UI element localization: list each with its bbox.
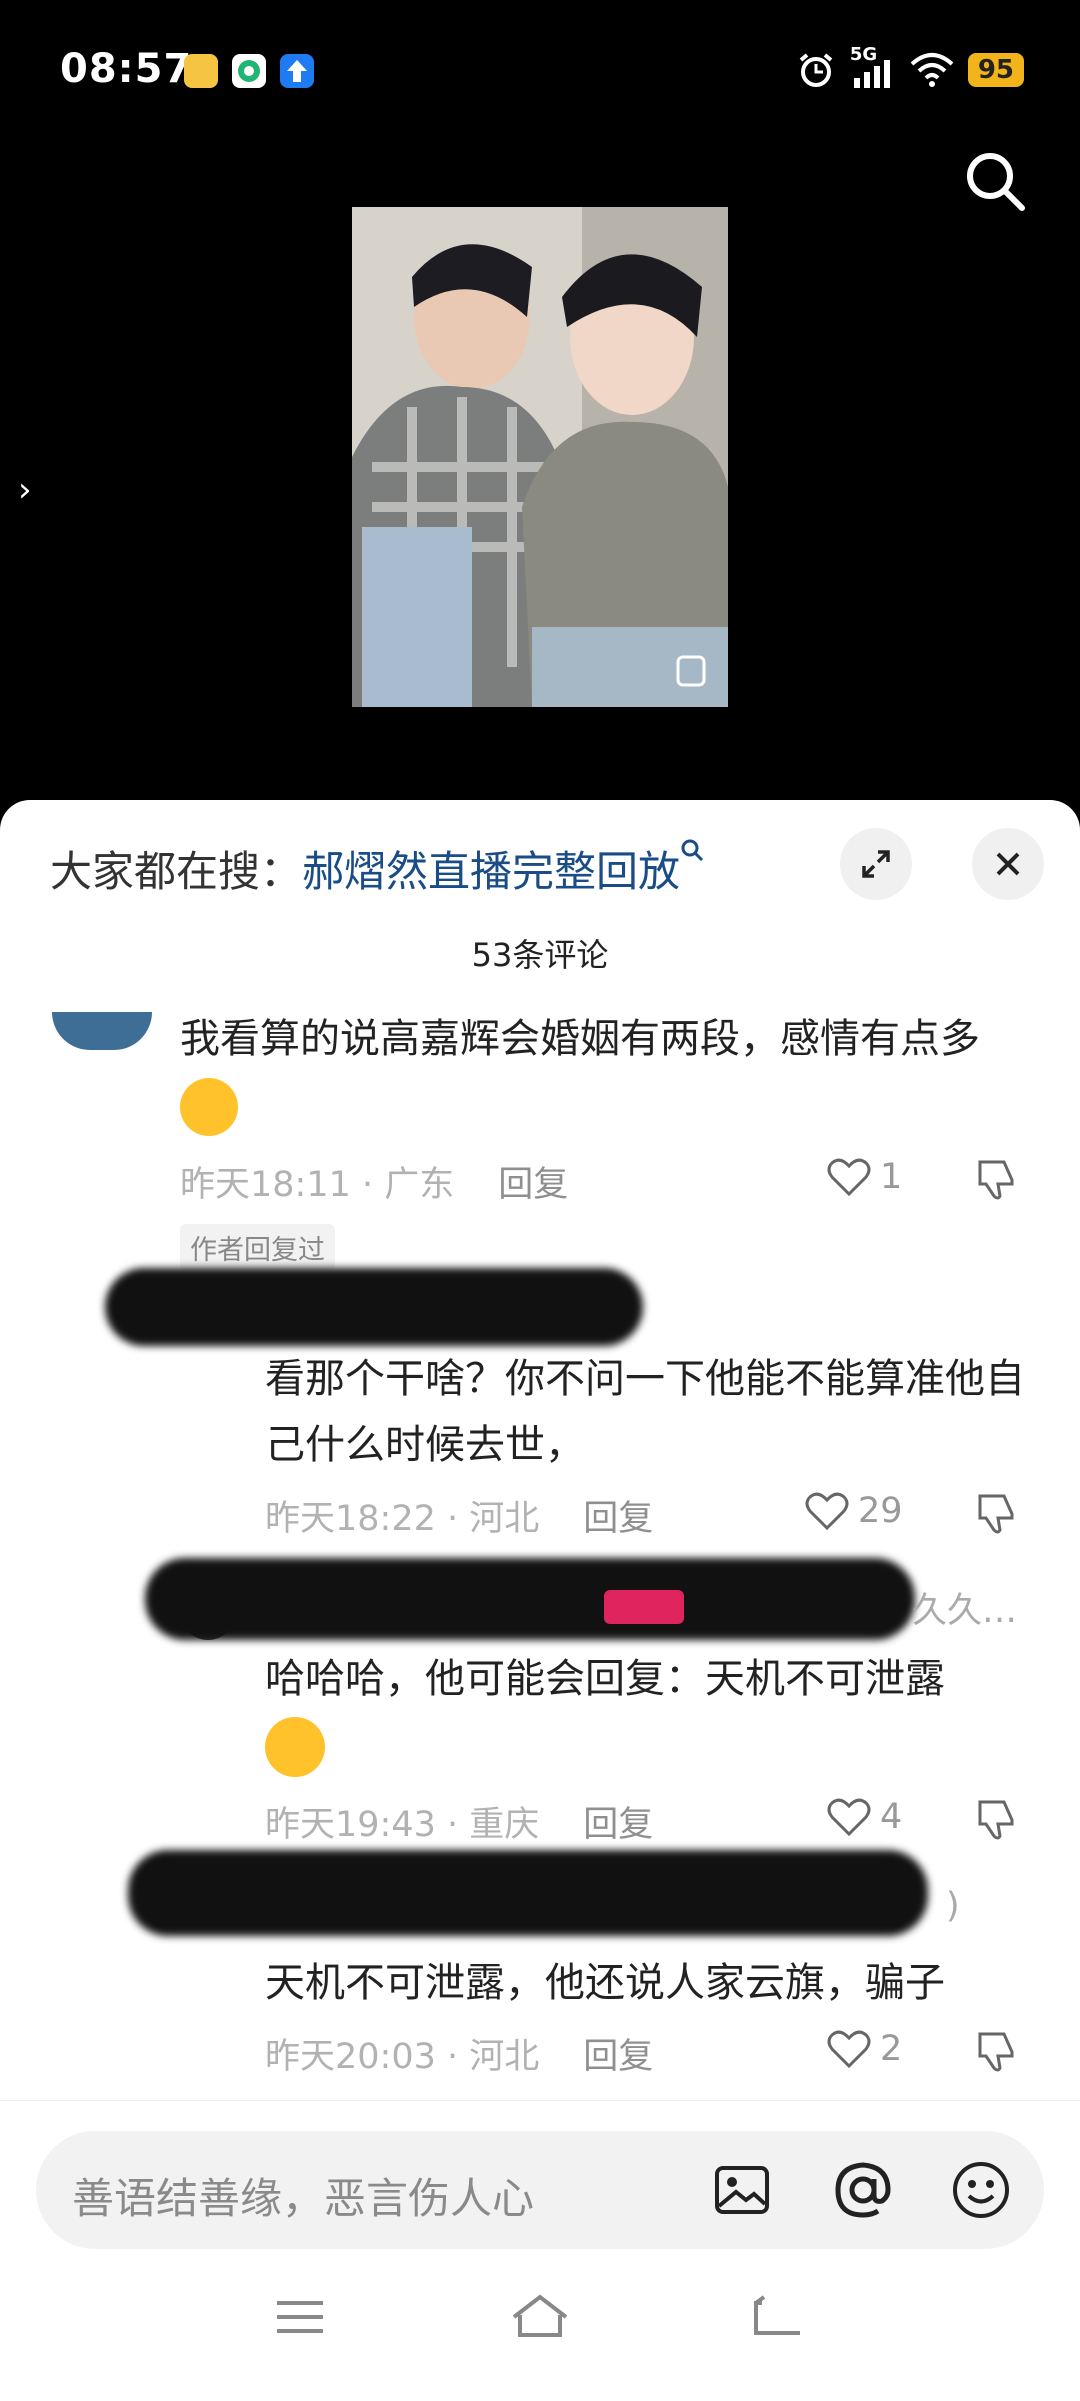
author-replied-tag: 作者回复过 bbox=[180, 1224, 335, 1271]
menu-nav-icon[interactable] bbox=[275, 2297, 325, 2337]
hot-search-bar[interactable]: 大家都在搜：郝熠然直播完整回放 bbox=[50, 838, 706, 899]
redacted-username bbox=[128, 1850, 928, 1936]
green-circle-app-icon bbox=[232, 54, 266, 88]
reply-2-meta: 昨天19:43 · 重庆 回复 bbox=[265, 1805, 654, 1845]
upload-arrow-icon bbox=[280, 54, 314, 88]
like-button[interactable]: 4 bbox=[826, 1796, 902, 1838]
heart-icon bbox=[827, 1798, 871, 1837]
meituan-icon bbox=[184, 54, 218, 88]
back-nav-icon[interactable] bbox=[752, 2293, 804, 2339]
laughing-crying-emoji-icon bbox=[265, 1717, 325, 1777]
5g-signal-icon: 5G bbox=[850, 44, 896, 90]
status-time: 08:57 bbox=[60, 46, 193, 92]
dislike-button[interactable] bbox=[974, 1796, 1020, 1846]
thumbs-down-icon bbox=[978, 1800, 1014, 1840]
heart-icon bbox=[827, 2030, 871, 2069]
partial-username-2: ) bbox=[946, 1886, 960, 1926]
thumbs-down-icon bbox=[978, 1160, 1014, 1200]
like-button[interactable]: 29 bbox=[804, 1490, 903, 1532]
hot-search-keyword[interactable]: 郝熠然直播完整回放 bbox=[302, 847, 680, 896]
dislike-button[interactable] bbox=[974, 2028, 1020, 2078]
reply-1-text: 看那个干啥？你不问一下他能不能算准他自己什么时候去世， bbox=[265, 1356, 1025, 1468]
reply-button[interactable]: 回复 bbox=[583, 2037, 653, 2077]
comment-count: 53条评论 bbox=[471, 936, 609, 974]
like-button[interactable]: 1 bbox=[826, 1156, 902, 1198]
comment-1-text: 我看算的说高嘉辉会婚姻有两段，感情有点多 bbox=[180, 1006, 1020, 1138]
like-button[interactable]: 2 bbox=[826, 2028, 902, 2070]
expand-button[interactable] bbox=[840, 828, 912, 900]
expand-icon bbox=[862, 850, 890, 878]
status-bar: 08:57 5G 95 bbox=[0, 0, 1080, 140]
post-photo[interactable] bbox=[352, 207, 728, 707]
battery-indicator: 95 bbox=[967, 53, 1024, 87]
reply-3-text: 天机不可泄露，他还说人家云旗，骗子 bbox=[265, 1960, 945, 2006]
like-count: 2 bbox=[880, 2029, 903, 2069]
thumbs-down-icon bbox=[978, 1494, 1014, 1534]
side-expand-chevron-icon[interactable]: › bbox=[18, 470, 32, 510]
laughing-crying-emoji-icon bbox=[180, 1078, 238, 1136]
home-nav-icon[interactable] bbox=[510, 2291, 570, 2341]
heart-icon bbox=[827, 1158, 871, 1197]
search-icon[interactable] bbox=[960, 146, 1030, 216]
reply-button[interactable]: 回复 bbox=[498, 1165, 568, 1205]
heart-icon bbox=[805, 1492, 849, 1531]
avatar[interactable] bbox=[52, 1012, 152, 1050]
author-badge bbox=[604, 1590, 684, 1624]
comment-input-bar: 善语结善缘，恶言伤人心 bbox=[0, 2100, 1080, 2401]
reply-button[interactable]: 回复 bbox=[583, 1499, 653, 1539]
comment-1-meta: 昨天18:11 · 广东 回复 bbox=[180, 1165, 569, 1205]
emoji-icon[interactable] bbox=[950, 2159, 1012, 2221]
search-small-icon bbox=[681, 839, 704, 862]
redacted-username bbox=[145, 1558, 915, 1640]
thumbs-down-icon bbox=[978, 2032, 1014, 2072]
comment-input[interactable]: 善语结善缘，恶言伤人心 bbox=[36, 2131, 1044, 2249]
close-button[interactable] bbox=[972, 828, 1044, 900]
dislike-button[interactable] bbox=[974, 1156, 1020, 1206]
reply-3-meta: 昨天20:03 · 河北 回复 bbox=[265, 2037, 654, 2077]
comment-sheet: 大家都在搜：郝熠然直播完整回放 53条评论 我看算的说高嘉辉会婚姻有两段，感情有… bbox=[0, 800, 1080, 2401]
close-icon bbox=[996, 852, 1020, 876]
partial-username-1: 久久… bbox=[912, 1591, 1018, 1631]
reply-button[interactable]: 回复 bbox=[583, 1805, 653, 1845]
reply-1-meta: 昨天18:22 · 河北 回复 bbox=[265, 1499, 654, 1539]
like-count: 29 bbox=[858, 1491, 903, 1531]
hot-search-label: 大家都在搜： bbox=[50, 847, 303, 896]
like-count: 4 bbox=[880, 1797, 903, 1837]
redacted-username bbox=[105, 1268, 643, 1346]
reply-2-text: 哈哈哈，他可能会回复：天机不可泄露 bbox=[265, 1646, 1045, 1778]
wifi-icon bbox=[910, 53, 954, 87]
like-count: 1 bbox=[880, 1157, 903, 1197]
image-icon[interactable] bbox=[712, 2160, 772, 2220]
dislike-button[interactable] bbox=[974, 1490, 1020, 1540]
comment-input-placeholder: 善语结善缘，恶言伤人心 bbox=[72, 2174, 535, 2223]
alarm-icon bbox=[799, 53, 833, 87]
mention-icon[interactable] bbox=[832, 2159, 894, 2221]
